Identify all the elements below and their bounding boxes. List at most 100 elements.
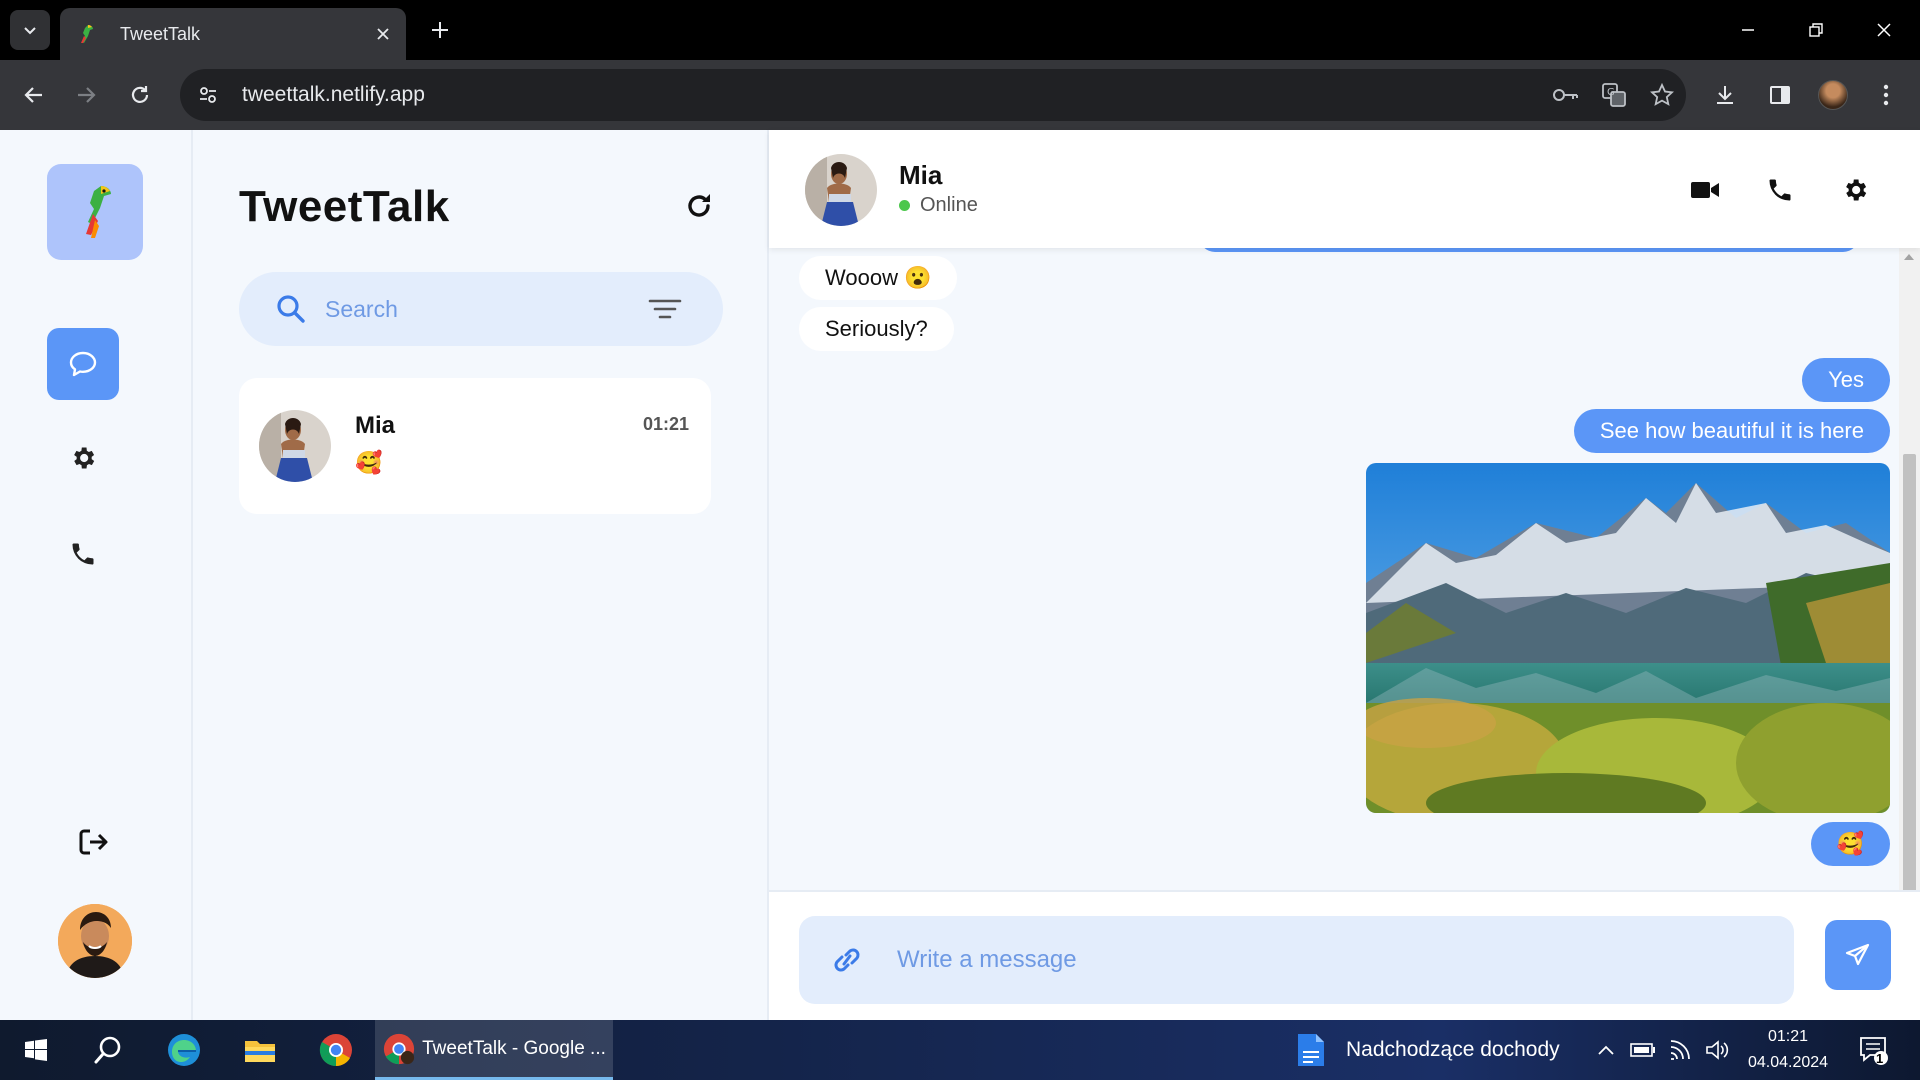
taskbar-search-button[interactable] [82, 1020, 134, 1080]
chrome-icon [384, 1033, 415, 1064]
arrow-right-icon [78, 87, 96, 103]
current-user-avatar[interactable] [58, 904, 132, 978]
nav-settings-button[interactable] [47, 422, 119, 494]
notifications-button[interactable]: 1 [1848, 1020, 1898, 1080]
parrot-icon [81, 25, 93, 43]
message-composer [769, 890, 1920, 1020]
previous-message-edge [1199, 248, 1859, 252]
filter-button[interactable] [645, 289, 685, 329]
news-widget[interactable]: Nadchodzące dochody [1296, 1020, 1586, 1080]
reload-button[interactable] [120, 75, 160, 115]
message-outgoing: Yes [1802, 358, 1890, 402]
side-panel-button[interactable] [1760, 75, 1800, 115]
message-input[interactable] [897, 946, 1794, 974]
browser-tab[interactable]: TweetTalk [60, 8, 406, 60]
chrome-taskbar-button[interactable] [310, 1020, 362, 1080]
chat-settings-button[interactable] [1833, 168, 1877, 212]
app-logo [47, 164, 143, 260]
more-vertical-icon [1883, 84, 1889, 106]
chevron-up-icon [1598, 1045, 1614, 1055]
contact-photo [259, 410, 331, 482]
phone-icon [72, 543, 94, 565]
browser-tab-bar: TweetTalk [0, 0, 1920, 60]
chevron-down-icon [24, 27, 36, 35]
scroll-up-arrow[interactable] [1904, 254, 1914, 260]
plus-icon [432, 22, 448, 38]
downloads-button[interactable] [1705, 75, 1745, 115]
search-input[interactable] [325, 295, 645, 323]
contact-avatar[interactable] [805, 154, 877, 226]
online-dot [899, 200, 910, 211]
widget-text: Nadchodzące dochody [1346, 1038, 1560, 1061]
chat-bubble-icon [69, 351, 97, 377]
volume-button[interactable] [1700, 1020, 1734, 1080]
edge-taskbar-button[interactable] [158, 1020, 210, 1080]
message-image[interactable] [1366, 463, 1890, 813]
chat-list-panel: TweetTalk Mia [193, 130, 769, 1020]
restore-button[interactable] [1786, 8, 1846, 52]
svg-text:G: G [1607, 87, 1615, 98]
parrot-logo-icon [86, 186, 111, 238]
attach-button[interactable] [827, 940, 867, 980]
logout-button[interactable] [58, 806, 130, 878]
message-input-box [799, 916, 1794, 1004]
conversation-item[interactable]: Mia 01:21 🥰 [239, 378, 711, 514]
refresh-icon [688, 194, 710, 217]
contact-name: Mia [899, 160, 943, 190]
address-bar[interactable]: tweettalk.netlify.app G [180, 69, 1686, 121]
close-window-button[interactable] [1854, 8, 1914, 52]
new-tab-button[interactable] [422, 12, 458, 48]
phone-icon [1769, 179, 1791, 201]
back-button[interactable] [14, 75, 54, 115]
message-outgoing: See how beautiful it is here [1573, 409, 1890, 453]
tray-overflow-button[interactable] [1590, 1020, 1622, 1080]
password-key-button[interactable] [1542, 73, 1590, 117]
logout-icon [79, 829, 108, 855]
site-info-button[interactable] [186, 73, 230, 117]
key-icon [1553, 89, 1578, 101]
url-text: tweettalk.netlify.app [242, 83, 425, 106]
nav-chats-button[interactable] [47, 328, 119, 400]
contact-photo [805, 154, 877, 226]
active-window-taskbar-button[interactable]: TweetTalk - Google ... [375, 1020, 613, 1080]
start-button[interactable] [10, 1020, 62, 1080]
translate-button[interactable]: G [1590, 73, 1638, 117]
browser-toolbar: tweettalk.netlify.app G [0, 60, 1920, 130]
chat-panel: Mia Online Wooow 😮 Seriously? Yes See ho… [769, 130, 1920, 1020]
nav-rail [0, 130, 193, 1020]
file-explorer-taskbar-button[interactable] [234, 1020, 286, 1080]
voice-call-button[interactable] [1758, 168, 1802, 212]
gear-icon [74, 447, 95, 469]
link-icon [834, 948, 860, 972]
battery-button[interactable] [1626, 1020, 1660, 1080]
network-button[interactable] [1664, 1020, 1698, 1080]
browser-menu-button[interactable] [1866, 75, 1906, 115]
tab-search-button[interactable] [10, 10, 50, 50]
nav-calls-button[interactable] [47, 518, 119, 590]
send-button[interactable] [1825, 920, 1891, 990]
tab-close-button[interactable] [366, 17, 400, 51]
download-icon [1717, 86, 1733, 104]
minimize-button[interactable] [1718, 8, 1778, 52]
clock[interactable]: 01:21 04.04.2024 [1740, 1020, 1836, 1080]
status-text: Online [920, 194, 978, 216]
video-camera-icon [1691, 182, 1719, 198]
conversation-name: Mia [355, 412, 396, 439]
translate-icon: G [1602, 83, 1626, 107]
restore-icon [1809, 23, 1823, 37]
notification-icon [1860, 1037, 1888, 1065]
message-incoming: Wooow 😮 [799, 256, 958, 300]
forward-button[interactable] [66, 75, 106, 115]
video-call-button[interactable] [1683, 168, 1727, 212]
bookmark-star-button[interactable] [1638, 73, 1686, 117]
wifi-icon [1670, 1040, 1690, 1060]
refresh-button[interactable] [679, 186, 719, 226]
filter-icon [648, 299, 682, 319]
tweettalk-app: TweetTalk Mia [0, 130, 1920, 1020]
chat-header: Mia Online [769, 130, 1920, 248]
chrome-icon [319, 1034, 352, 1067]
minimize-icon [1742, 29, 1754, 31]
clock-time: 01:21 [1767, 1028, 1809, 1045]
tune-icon [200, 87, 216, 103]
profile-button[interactable] [1813, 75, 1853, 115]
